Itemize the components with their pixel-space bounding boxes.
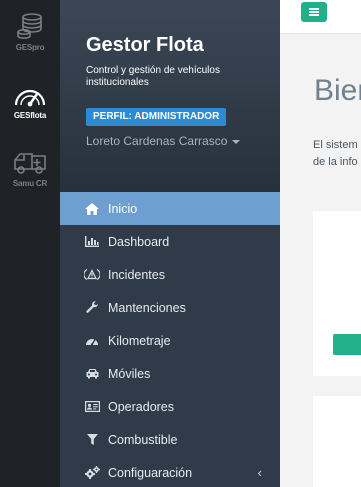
app-subtitle: Control y gestión de vehículos instituci… bbox=[86, 65, 220, 88]
menu-toggle-button[interactable] bbox=[301, 2, 327, 22]
card-action-button[interactable] bbox=[333, 334, 361, 355]
content-card bbox=[313, 211, 361, 376]
sidebar-item-mantenciones[interactable]: Mantenciones bbox=[60, 291, 280, 324]
sidebar-item-label: Kilometraje bbox=[108, 333, 171, 348]
user-name: Loreto Cardenas Carrasco bbox=[86, 134, 228, 148]
tachometer-icon bbox=[84, 334, 100, 348]
sidebar-menu: Inicio Dashboard Incidentes Mantenciones bbox=[60, 192, 280, 487]
sidebar-item-dashboard[interactable]: Dashboard bbox=[60, 225, 280, 258]
caret-down-icon bbox=[232, 139, 241, 144]
intro-line: El sistem bbox=[313, 139, 358, 151]
topbar bbox=[280, 0, 361, 34]
hamburger-icon bbox=[309, 8, 319, 10]
profile-panel: Gestor Flota Control y gestión de vehícu… bbox=[60, 0, 280, 192]
bar-chart-icon bbox=[84, 235, 100, 249]
rail-item-gespro[interactable]: GESpro bbox=[0, 12, 60, 52]
home-icon bbox=[84, 202, 100, 216]
id-card-icon bbox=[84, 400, 100, 414]
sidebar-item-combustible[interactable]: Combustible bbox=[60, 423, 280, 456]
speedometer-icon bbox=[14, 89, 46, 107]
content-card bbox=[313, 396, 361, 487]
rail-label-samu: Samu CR bbox=[12, 179, 48, 188]
car-icon bbox=[84, 367, 100, 381]
role-badge: PERFIL: ADMINISTRADOR bbox=[86, 108, 227, 126]
sidebar-item-moviles[interactable]: Móviles bbox=[60, 357, 280, 390]
rail-label-gespro: GESpro bbox=[15, 43, 45, 52]
rail-item-samu[interactable]: Samu CR bbox=[0, 150, 60, 188]
main-content: Bien El sistem de la info bbox=[280, 0, 361, 487]
sidebar-item-label: Configuaración bbox=[108, 465, 193, 480]
page-title: Bien bbox=[314, 74, 361, 107]
sidebar-item-configuracion[interactable]: Configuaración ‹ bbox=[60, 456, 280, 487]
database-icon bbox=[17, 13, 42, 40]
sidebar-item-label: Inicio bbox=[108, 201, 138, 216]
warning-icon bbox=[84, 268, 100, 282]
sidebar-item-label: Combustible bbox=[108, 432, 178, 447]
rail-item-gesflota[interactable]: GESflota bbox=[0, 84, 60, 120]
sidebar-item-label: Dashboard bbox=[108, 234, 170, 249]
sidebar-item-label: Operadores bbox=[108, 399, 175, 414]
intro-text: El sistem de la info bbox=[313, 137, 358, 171]
rail-label-gesflota: GESflota bbox=[13, 111, 47, 120]
intro-line: de la info bbox=[313, 156, 358, 168]
app-title: Gestor Flota bbox=[86, 34, 204, 56]
filter-icon bbox=[84, 433, 100, 447]
sidebar-item-label: Mantenciones bbox=[108, 300, 186, 315]
sidebar-item-label: Móviles bbox=[108, 366, 151, 381]
gears-icon bbox=[84, 466, 100, 480]
chevron-left-icon: ‹ bbox=[257, 465, 262, 480]
app-rail: GESpro GESflota Samu CR bbox=[0, 0, 60, 487]
sidebar: Gestor Flota Control y gestión de vehícu… bbox=[60, 0, 280, 487]
ambulance-icon bbox=[14, 153, 46, 174]
sidebar-item-label: Incidentes bbox=[108, 267, 165, 282]
user-menu-toggle[interactable]: Loreto Cardenas Carrasco bbox=[86, 134, 241, 148]
sidebar-item-inicio[interactable]: Inicio bbox=[60, 192, 280, 225]
sidebar-item-incidentes[interactable]: Incidentes bbox=[60, 258, 280, 291]
sidebar-item-kilometraje[interactable]: Kilometraje bbox=[60, 324, 280, 357]
sidebar-item-operadores[interactable]: Operadores bbox=[60, 390, 280, 423]
wrench-icon bbox=[84, 301, 100, 315]
